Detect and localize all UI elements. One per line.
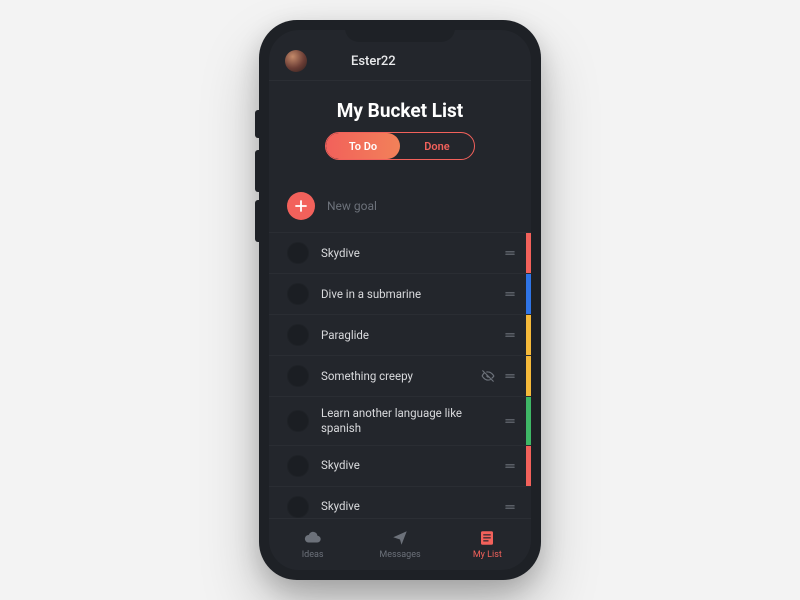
list-item[interactable]: Skydive bbox=[269, 232, 531, 273]
tab-mylist[interactable]: My List bbox=[444, 519, 531, 570]
checkbox[interactable] bbox=[287, 365, 309, 387]
category-color bbox=[526, 274, 531, 314]
list-icon bbox=[478, 529, 496, 547]
drag-handle-icon[interactable] bbox=[503, 328, 517, 342]
item-label: Skydive bbox=[321, 499, 503, 514]
list-item[interactable]: Skydive bbox=[269, 445, 531, 486]
avatar[interactable] bbox=[285, 50, 307, 72]
list-item[interactable]: Paraglide bbox=[269, 314, 531, 355]
list-item[interactable]: Learn another language like spanish bbox=[269, 396, 531, 445]
drag-handle-icon[interactable] bbox=[503, 414, 517, 428]
drag-handle-icon[interactable] bbox=[503, 287, 517, 301]
category-color bbox=[526, 446, 531, 486]
row-actions bbox=[503, 287, 517, 301]
side-button bbox=[255, 200, 259, 242]
tab-label: My List bbox=[473, 550, 502, 560]
side-button bbox=[255, 110, 259, 138]
category-color bbox=[526, 315, 531, 355]
page-title: My Bucket List bbox=[269, 99, 531, 122]
row-actions bbox=[503, 500, 517, 514]
tab-todo[interactable]: To Do bbox=[326, 133, 400, 159]
tab-ideas[interactable]: Ideas bbox=[269, 519, 356, 570]
header: Ester22 bbox=[269, 30, 531, 81]
goal-list: Skydive Dive in a submarine Paraglide Somet… bbox=[269, 232, 531, 518]
row-actions bbox=[503, 414, 517, 428]
list-item[interactable]: Skydive bbox=[269, 486, 531, 518]
row-actions bbox=[503, 328, 517, 342]
side-button bbox=[255, 150, 259, 192]
phone-frame: Ester22 My Bucket List To Do Done New go… bbox=[259, 20, 541, 580]
username: Ester22 bbox=[351, 54, 396, 69]
item-label: Something creepy bbox=[321, 369, 481, 384]
cloud-icon bbox=[304, 529, 322, 547]
checkbox[interactable] bbox=[287, 242, 309, 264]
list-item[interactable]: Dive in a submarine bbox=[269, 273, 531, 314]
checkbox[interactable] bbox=[287, 455, 309, 477]
item-label: Paraglide bbox=[321, 328, 503, 343]
screen: Ester22 My Bucket List To Do Done New go… bbox=[269, 30, 531, 570]
category-color bbox=[526, 356, 531, 396]
item-label: Dive in a submarine bbox=[321, 287, 503, 302]
row-actions bbox=[503, 459, 517, 473]
checkbox[interactable] bbox=[287, 324, 309, 346]
drag-handle-icon[interactable] bbox=[503, 500, 517, 514]
segmented-control: To Do Done bbox=[325, 132, 475, 160]
checkbox[interactable] bbox=[287, 410, 309, 432]
paper-plane-icon bbox=[391, 529, 409, 547]
tab-bar: Ideas Messages My List bbox=[269, 518, 531, 570]
row-actions bbox=[503, 246, 517, 260]
category-color bbox=[526, 397, 531, 445]
title-block: My Bucket List To Do Done bbox=[269, 81, 531, 186]
category-color bbox=[526, 233, 531, 273]
row-actions bbox=[481, 369, 517, 383]
tab-label: Messages bbox=[379, 550, 420, 560]
hidden-icon bbox=[481, 369, 495, 383]
item-label: Learn another language like spanish bbox=[321, 406, 503, 436]
plus-icon bbox=[295, 200, 307, 212]
tab-messages[interactable]: Messages bbox=[356, 519, 443, 570]
new-goal-placeholder[interactable]: New goal bbox=[327, 199, 377, 213]
drag-handle-icon[interactable] bbox=[503, 459, 517, 473]
list-item[interactable]: Something creepy bbox=[269, 355, 531, 396]
tab-label: Ideas bbox=[302, 550, 324, 560]
item-label: Skydive bbox=[321, 458, 503, 473]
tab-done[interactable]: Done bbox=[400, 133, 474, 159]
checkbox[interactable] bbox=[287, 496, 309, 518]
checkbox[interactable] bbox=[287, 283, 309, 305]
drag-handle-icon[interactable] bbox=[503, 369, 517, 383]
drag-handle-icon[interactable] bbox=[503, 246, 517, 260]
new-goal-row: New goal bbox=[269, 186, 531, 232]
item-label: Skydive bbox=[321, 246, 503, 261]
add-goal-button[interactable] bbox=[287, 192, 315, 220]
